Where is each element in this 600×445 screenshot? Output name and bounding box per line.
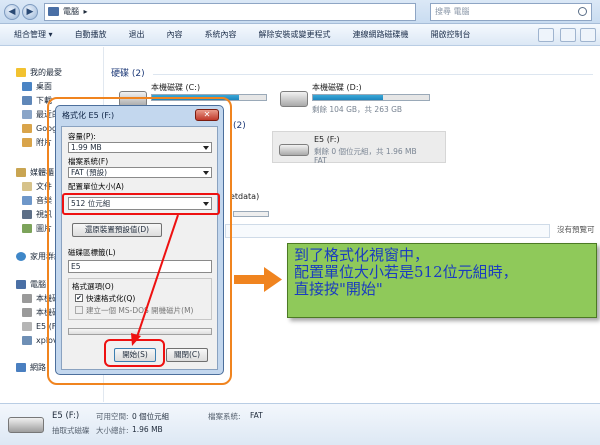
removable-drive-icon — [8, 417, 44, 433]
network-location-bar — [233, 211, 269, 217]
documents-icon — [22, 181, 32, 191]
details-drive-type: 抽取式磁碟 — [52, 426, 90, 435]
video-icon — [22, 209, 32, 219]
details-free-label: 可用空間: — [96, 412, 129, 421]
nav-label: 桌面 — [36, 81, 52, 91]
group-divider — [153, 74, 593, 75]
removable-drive-icon — [22, 321, 32, 331]
computer-icon — [48, 7, 59, 16]
uninstall-program-button[interactable]: 解除安裝或變更程式 — [259, 29, 331, 40]
autoplay-button[interactable]: 自動播放 — [75, 29, 107, 40]
annotation-start-highlight — [104, 339, 165, 367]
details-total-value: 1.96 MB — [132, 425, 163, 434]
hard-drive-icon — [22, 307, 32, 317]
view-options-icon[interactable] — [538, 28, 554, 42]
nav-network[interactable]: 網路 — [16, 361, 46, 373]
system-properties-button[interactable]: 系統內容 — [205, 29, 237, 40]
drive-c-name[interactable]: 本機磁碟 (C:) — [151, 82, 200, 93]
breadcrumb[interactable]: 電腦 — [63, 7, 79, 16]
library-icon — [16, 167, 26, 177]
nav-label: 我的最愛 — [30, 67, 62, 77]
eject-button[interactable]: 退出 — [129, 29, 145, 40]
drive-f-name[interactable]: E5 (F:) — [314, 135, 340, 144]
drive-d-usage-bar — [312, 94, 430, 101]
drive-f-free-space: 剩餘 0 個位元組，共 1.96 MB — [314, 147, 417, 156]
drive-f-filesystem: FAT — [314, 156, 327, 165]
drive-d-free-space: 剩餘 104 GB，共 263 GB — [312, 105, 403, 114]
annotation-callout: 到了格式化視窗中， 配置單位大小若是512位元組時， 直接按"開始" — [287, 243, 597, 318]
drive-d-name[interactable]: 本機磁碟 (D:) — [312, 82, 362, 93]
search-placeholder: 搜尋 電腦 — [435, 7, 470, 16]
search-icon — [578, 7, 587, 16]
recent-places-icon — [22, 109, 32, 119]
organize-menu[interactable]: 組合管理 ▾ — [14, 29, 53, 40]
group-header-removable[interactable]: (2) — [233, 121, 246, 131]
homegroup-icon — [16, 251, 26, 261]
hover-row — [225, 224, 550, 238]
command-toolbar: 組合管理 ▾ 自動播放 退出 內容 系統內容 解除安裝或變更程式 連線網路磁碟機… — [0, 24, 600, 46]
details-total-label: 大小總計: — [96, 426, 129, 435]
folder-icon — [22, 137, 32, 147]
breadcrumb-chevron-icon[interactable]: ▸ — [84, 7, 88, 16]
folder-icon — [22, 123, 32, 133]
search-input[interactable]: 搜尋 電腦 — [430, 3, 592, 21]
details-fs-value: FAT — [250, 411, 263, 420]
nav-label: 網路 — [30, 362, 46, 372]
group-header-hard-disks[interactable]: 硬碟 (2) — [111, 66, 145, 79]
network-drive-icon — [22, 335, 32, 345]
callout-line-3: 直接按"開始" — [294, 280, 383, 298]
details-drive-name: E5 (F:) — [52, 411, 80, 421]
back-button[interactable]: ◀ — [4, 4, 20, 20]
open-control-panel-button[interactable]: 開啟控制台 — [431, 29, 471, 40]
nav-favorites[interactable]: 我的最愛 — [16, 66, 62, 78]
forward-button[interactable]: ▶ — [22, 4, 38, 20]
desktop-icon — [22, 81, 32, 91]
nav-fav-desktop[interactable]: 桌面 — [22, 80, 52, 92]
drive-d-usage-fill — [313, 95, 383, 100]
help-icon[interactable] — [580, 28, 596, 42]
network-location-name[interactable]: etdata) — [230, 192, 259, 201]
details-fs-label: 檔案系統: — [208, 412, 241, 421]
details-pane: E5 (F:) 抽取式磁碟 可用空間: 0 個位元組 大小總計: 1.96 MB… — [0, 403, 600, 445]
no-preview-text: 沒有預覽可 — [557, 225, 595, 234]
callout-line-2: 配置單位大小若是512位元組時， — [294, 263, 518, 281]
star-icon — [16, 67, 26, 77]
hard-drive-icon — [22, 293, 32, 303]
address-bar-area: ◀ ▶ 電腦 ▸ 搜尋 電腦 — [0, 0, 600, 24]
network-icon — [16, 362, 26, 372]
hard-drive-icon — [280, 91, 308, 107]
pictures-icon — [22, 223, 32, 233]
callout-line-1: 到了格式化視窗中， — [294, 246, 430, 264]
nav-computer[interactable]: 電腦 — [16, 278, 46, 290]
map-network-drive-button[interactable]: 連線網路磁碟機 — [353, 29, 409, 40]
details-free-value: 0 個位元組 — [132, 412, 170, 421]
address-box[interactable]: 電腦 ▸ — [44, 3, 416, 21]
nav-label: 電腦 — [30, 279, 46, 289]
removable-drive-icon — [279, 144, 309, 156]
preview-pane-icon[interactable] — [560, 28, 576, 42]
properties-button[interactable]: 內容 — [167, 29, 183, 40]
music-icon — [22, 195, 32, 205]
annotation-allocation-highlight — [62, 193, 220, 215]
computer-icon — [16, 279, 26, 289]
downloads-icon — [22, 95, 32, 105]
